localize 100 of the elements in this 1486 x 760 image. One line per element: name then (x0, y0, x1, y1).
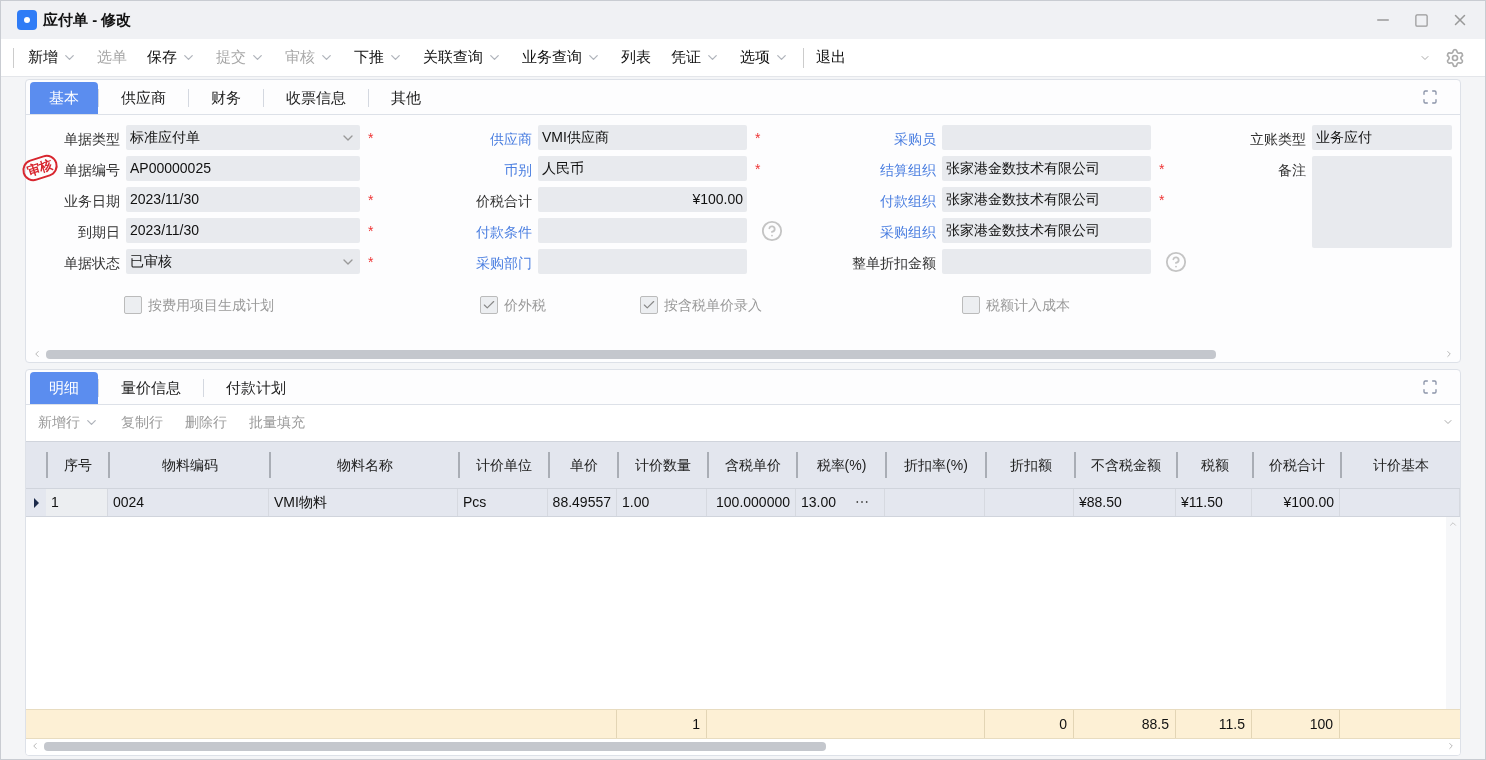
input-field[interactable]: 张家港金数技术有限公司 (942, 156, 1151, 181)
scrollbar-thumb[interactable] (44, 741, 826, 751)
row-pointer-icon (33, 497, 39, 508)
help-icon[interactable] (1165, 250, 1187, 273)
vertical-scrollbar[interactable] (1446, 517, 1460, 709)
field-label[interactable]: 采购组织 (880, 222, 936, 243)
required-mark: * (755, 161, 761, 176)
scrollbar-thumb[interactable] (46, 349, 1216, 359)
input-field[interactable]: VMI供应商 (538, 125, 747, 150)
field-label: 单据状态 (64, 254, 120, 273)
total-cell-text: 100 (1309, 714, 1333, 734)
check-icon (642, 298, 656, 312)
column-header[interactable]: 含税单价 (707, 452, 796, 478)
scroll-right-icon[interactable] (1446, 741, 1456, 751)
column-header[interactable]: 折扣率(%) (885, 452, 985, 478)
window-title: 应付单 - 修改 (43, 9, 132, 30)
table-cell-text: Pcs (463, 493, 487, 512)
field-label: 单据类型 (64, 130, 120, 149)
input-field[interactable]: AP00000025 (126, 156, 360, 181)
expand-icon[interactable] (1422, 89, 1438, 105)
table-cell-text: 100.000000 (716, 493, 790, 512)
checkbox-label: 价外税 (504, 295, 546, 315)
toolbar-button[interactable]: 选项 (734, 46, 795, 69)
field-label: 整单折扣金额 (852, 254, 936, 273)
expand-icon[interactable] (1422, 379, 1438, 395)
column-header[interactable]: 计价基本 (1340, 452, 1460, 478)
column-header[interactable]: 计价单位 (458, 452, 548, 478)
input-field[interactable]: 人民币 (538, 156, 747, 181)
table-row[interactable]: 1 0024 VMI物料 Pcs 88.49557 1.00 100.000000 13.00 ⋯ ¥88.50 ¥11.50 ¥100.00 (26, 489, 1460, 517)
tab[interactable]: 收票信息 (264, 82, 368, 114)
toolbar-button[interactable]: 保存 (141, 46, 202, 69)
total-cell-text: 0 (1059, 714, 1067, 734)
column-header[interactable]: 序号 (46, 452, 108, 478)
checkbox-label: 按含税单价录入 (664, 295, 762, 315)
select-field[interactable]: 标准应付单 (126, 125, 360, 150)
checkbox[interactable] (480, 296, 498, 314)
toolbar-button[interactable]: 业务查询 (516, 46, 607, 69)
input-field[interactable]: 业务应付 (1312, 125, 1452, 150)
input-field[interactable]: ¥100.00 (538, 187, 747, 212)
checkbox[interactable] (962, 296, 980, 314)
settings-icon[interactable] (1445, 47, 1465, 68)
table-cell-text: 1.00 (622, 493, 650, 512)
tab[interactable]: 财务 (189, 82, 263, 114)
field-label[interactable]: 付款条件 (476, 222, 532, 243)
scroll-left-icon[interactable] (30, 741, 40, 751)
toolbar-button[interactable]: 新增 (22, 46, 83, 69)
tab[interactable]: 付款计划 (204, 372, 308, 404)
app-icon (17, 10, 37, 30)
required-mark: * (368, 130, 374, 145)
field-label[interactable]: 付款组织 (880, 191, 936, 212)
column-header[interactable]: 单价 (548, 452, 617, 478)
table-cell-text: ¥88.50 (1079, 493, 1122, 512)
checkbox[interactable] (640, 296, 658, 314)
scroll-right-icon[interactable] (1444, 349, 1454, 359)
checkbox[interactable] (124, 296, 142, 314)
input-field[interactable]: 2023/11/30 (126, 187, 360, 212)
tab[interactable]: 量价信息 (99, 372, 203, 404)
toolbar-button[interactable]: 下推 (348, 46, 409, 69)
tab[interactable]: 其他 (369, 82, 443, 114)
column-header[interactable]: 计价数量 (617, 452, 707, 478)
field-label: 价税合计 (476, 192, 532, 211)
field-label: 业务日期 (64, 192, 120, 211)
field-label[interactable]: 采购部门 (476, 253, 532, 274)
column-header[interactable]: 税额 (1176, 452, 1252, 478)
maximize-icon[interactable] (1414, 12, 1429, 28)
scroll-left-icon[interactable] (32, 349, 42, 359)
required-mark: * (368, 223, 374, 238)
help-icon[interactable] (761, 219, 783, 242)
required-mark: * (1159, 161, 1165, 176)
column-header[interactable]: 价税合计 (1252, 452, 1340, 478)
field-label: 立账类型 (1250, 130, 1306, 149)
total-cell-text: 88.5 (1141, 714, 1169, 734)
toolbar-button[interactable]: 关联查询 (417, 46, 508, 69)
column-header[interactable]: 物料名称 (269, 452, 458, 478)
checkbox-label: 税额计入成本 (986, 295, 1070, 315)
total-cell-text: 1 (692, 714, 700, 734)
required-mark: * (755, 130, 761, 145)
field-label: 备注 (1278, 161, 1306, 180)
toolbar-button[interactable]: 退出 (810, 46, 852, 69)
toolbar-button[interactable]: 列表 (615, 46, 657, 69)
input-field[interactable]: 2023/11/30 (126, 218, 360, 243)
select-field[interactable]: 已审核 (126, 249, 360, 274)
input-field[interactable]: 张家港金数技术有限公司 (942, 187, 1151, 212)
more-button[interactable]: ⋯ (855, 492, 869, 513)
column-header[interactable]: 税率(%) (796, 452, 885, 478)
column-header[interactable]: 不含税金额 (1074, 452, 1176, 478)
field-label[interactable]: 采购员 (894, 129, 936, 150)
field-label: 单据编号 (64, 161, 120, 180)
field-label[interactable]: 币别 (504, 160, 532, 181)
tab[interactable]: 供应商 (99, 82, 188, 114)
field-label[interactable]: 供应商 (490, 129, 532, 150)
field-label[interactable]: 结算组织 (880, 160, 936, 181)
scroll-up-icon[interactable] (1448, 519, 1458, 529)
required-mark: * (368, 254, 374, 269)
table-cell-text: 88.49557 (552, 493, 611, 512)
column-header[interactable]: 折扣额 (985, 452, 1074, 478)
column-header[interactable]: 物料编码 (108, 452, 269, 478)
input-field[interactable]: 张家港金数技术有限公司 (942, 218, 1151, 243)
toolbar-button[interactable]: 凭证 (665, 46, 726, 69)
table-cell-text: 1 (51, 493, 59, 512)
